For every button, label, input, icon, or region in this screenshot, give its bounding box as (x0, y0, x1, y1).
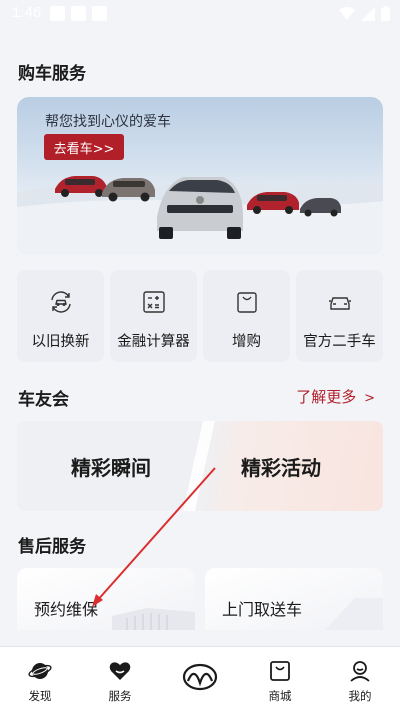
service-finance-calculator[interactable]: 金融计算器 (110, 270, 197, 362)
nav-label: 发现 (28, 689, 52, 703)
service-used-cars[interactable]: 官方二手车 (296, 270, 383, 362)
planet-icon (28, 663, 52, 679)
nav-store[interactable]: 商城 (240, 647, 320, 711)
service-add-purchase[interactable]: 增购 (203, 270, 290, 362)
nav-service[interactable]: 服务 (80, 647, 160, 711)
mazda-logo-icon (182, 663, 218, 691)
app-notification-icon (92, 6, 107, 21)
pickup-delivery-card[interactable]: 上门取送车 (205, 568, 383, 630)
buy-services-grid: 以旧换新 金融计算器 增购 官方二手车 (17, 270, 383, 362)
nav-discover[interactable]: 发现 (0, 647, 80, 711)
service-label: 官方二手车 (303, 334, 376, 350)
image-notification-icon (50, 6, 65, 21)
section-title-buy: 购车服务 (18, 64, 86, 84)
heart-icon (109, 662, 131, 680)
banner-subtitle: 帮您找到心仪的爱车 (45, 114, 171, 130)
nav-label: 我的 (348, 689, 372, 703)
calculator-icon (142, 291, 165, 313)
learn-more-link[interactable]: 了解更多 > (296, 386, 375, 407)
browse-cars-button[interactable]: 去看车>> (44, 134, 124, 160)
car-icon (328, 297, 351, 310)
maintenance-booking-card[interactable]: 预约维保 (17, 568, 195, 630)
bottom-navigation: 发现 服务 商城 我的 (0, 646, 400, 711)
nav-home-logo[interactable] (160, 647, 240, 711)
status-bar: 1:46 (0, 0, 400, 28)
store-icon (270, 661, 290, 681)
signal-icon (361, 6, 375, 21)
service-trade-in[interactable]: 以旧换新 (17, 270, 104, 362)
wifi-icon (339, 6, 355, 20)
battery-icon (381, 6, 390, 21)
pickup-delivery-label: 上门取送车 (222, 600, 303, 619)
maintenance-booking-label: 预约维保 (34, 600, 99, 619)
car-club-banner: 精彩瞬间 精彩活动 (17, 421, 383, 511)
highlight-events-button[interactable]: 精彩活动 (241, 452, 321, 481)
car-banner[interactable]: 帮您找到心仪的爱车 去看车>> (17, 97, 383, 255)
highlight-moments-button[interactable]: 精彩瞬间 (71, 452, 151, 481)
service-label: 增购 (232, 334, 261, 350)
service-label: 以旧换新 (31, 334, 90, 350)
app-notification-icon (71, 6, 86, 21)
status-notification-icons (50, 6, 107, 21)
learn-more-label: 了解更多 (296, 388, 357, 406)
nav-profile[interactable]: 我的 (320, 647, 400, 711)
section-title-club: 车友会 (18, 390, 69, 410)
car-swap-icon (50, 291, 71, 313)
profile-icon (350, 661, 370, 682)
nav-label: 商城 (268, 689, 292, 703)
section-title-after-sales: 售后服务 (18, 537, 86, 557)
status-system-icons (339, 6, 390, 21)
chevron-right-icon: > (364, 391, 375, 406)
service-label: 金融计算器 (117, 334, 190, 350)
status-time: 1:46 (12, 4, 42, 21)
shopping-bag-icon (236, 292, 257, 313)
nav-label: 服务 (108, 689, 132, 703)
